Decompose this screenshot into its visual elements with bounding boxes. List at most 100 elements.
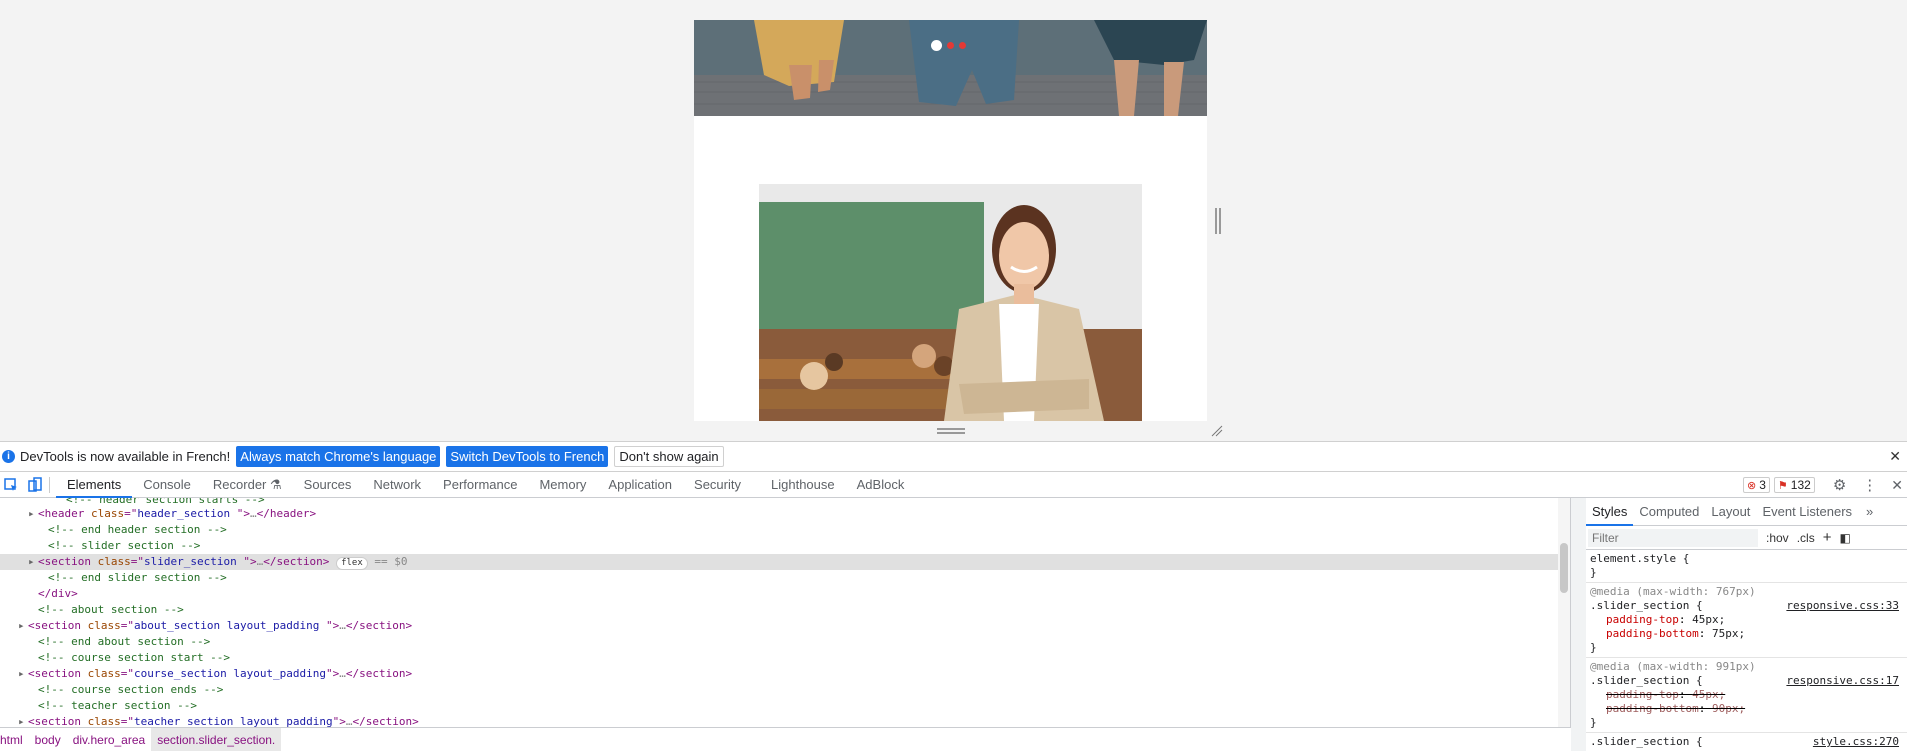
dom-token-tag: </section>: [345, 667, 413, 680]
dom-node-line[interactable]: <!-- course section start -->: [0, 650, 1570, 666]
dom-token-attr: class: [87, 667, 121, 680]
styles-pane: Styles Computed Layout Event Listeners »…: [1586, 498, 1907, 751]
dom-node-line[interactable]: ▸ <section class="teacher_section layout_…: [0, 714, 1570, 727]
switch-language-button[interactable]: Switch DevTools to French: [446, 446, 609, 467]
dom-token-attr: class: [90, 507, 125, 520]
slider-dot[interactable]: [947, 42, 954, 49]
dom-node-line[interactable]: <!-- end header section -->: [0, 522, 1570, 538]
dom-token-tag: <section: [28, 619, 88, 632]
teacher-photo: [759, 184, 1142, 421]
styles-filter-input[interactable]: [1588, 528, 1758, 547]
viewport-resize-handle-bottom[interactable]: [937, 428, 965, 434]
tab-performance[interactable]: Performance: [432, 472, 528, 498]
elements-scrollbar-thumb[interactable]: [1560, 543, 1568, 593]
tab-application[interactable]: Application: [597, 472, 683, 498]
element-style-selector: element.style {: [1590, 552, 1690, 565]
inspect-element-icon[interactable]: [3, 477, 19, 493]
flask-icon: ⚗: [270, 476, 282, 492]
tab-recorder[interactable]: Recorder ⚗: [202, 472, 293, 498]
match-language-button[interactable]: Always match Chrome's language: [236, 446, 441, 467]
dom-token-tag: </div>: [38, 587, 78, 600]
language-infobar: i DevTools is now available in French! A…: [0, 441, 1907, 472]
dom-node-line[interactable]: <!-- slider section -->: [0, 538, 1570, 554]
tab-sources[interactable]: Sources: [293, 472, 363, 498]
dom-node-line[interactable]: <!-- course section ends -->: [0, 682, 1570, 698]
dom-node-line[interactable]: <!-- about section -->: [0, 602, 1570, 618]
tab-layout[interactable]: Layout: [1705, 498, 1756, 526]
source-link[interactable]: responsive.css:17: [1786, 674, 1899, 688]
css-property[interactable]: padding-bottom: 75px;: [1590, 627, 1903, 641]
slider-indicators: [931, 40, 966, 51]
dom-token-tag: <section: [28, 715, 88, 727]
dom-node-line[interactable]: <!-- end about section -->: [0, 634, 1570, 650]
tab-event-listeners[interactable]: Event Listeners: [1756, 498, 1858, 526]
property-name: padding-top: [1606, 688, 1679, 701]
dom-token-tag: </header>: [256, 507, 317, 520]
tab-lighthouse[interactable]: Lighthouse: [760, 472, 846, 498]
dom-node-line[interactable]: ▸ <section class="course_section layout_p…: [0, 666, 1570, 682]
dom-token-eq: …: [339, 619, 346, 632]
expand-triangle-icon[interactable]: ▸: [28, 506, 38, 522]
dom-token-attr: class: [97, 555, 131, 568]
expand-triangle-icon[interactable]: ▸: [18, 666, 28, 682]
close-icon[interactable]: ✕: [1889, 448, 1901, 465]
css-property-overridden[interactable]: padding-top: 45px;: [1590, 688, 1903, 702]
dom-token-eq: …: [345, 715, 353, 727]
dom-token-tag: </section>: [263, 555, 330, 568]
more-options-icon[interactable]: ⋮: [1862, 476, 1877, 494]
rule-selector-text: .slider_section {: [1590, 735, 1703, 748]
tab-memory[interactable]: Memory: [528, 472, 597, 498]
breadcrumb-slider-section[interactable]: section.slider_section.: [151, 727, 282, 751]
dom-token-eq: …: [249, 507, 257, 520]
dom-token-tag: =": [124, 507, 138, 520]
flex-badge[interactable]: flex: [336, 557, 368, 570]
more-tabs-chevron-icon[interactable]: »: [1866, 504, 1873, 519]
css-property-overridden[interactable]: padding-bottom: 90px;: [1590, 702, 1903, 716]
rule-close: }: [1590, 641, 1597, 654]
tab-adblock[interactable]: AdBlock: [846, 472, 916, 498]
dont-show-again-button[interactable]: Don't show again: [614, 446, 724, 467]
dom-node-line[interactable]: <!-- end slider section -->: [0, 570, 1570, 586]
breadcrumb-body[interactable]: body: [29, 728, 67, 751]
expand-triangle-icon[interactable]: ▸: [18, 714, 28, 727]
breadcrumb-hero-area[interactable]: div.hero_area: [67, 728, 152, 751]
error-count-badge[interactable]: ⊗ 3: [1743, 477, 1770, 493]
slider-dot[interactable]: [959, 42, 966, 49]
tab-elements[interactable]: Elements: [56, 472, 133, 498]
dom-node-line[interactable]: ▸ <section class="about_section layout_pa…: [0, 618, 1570, 634]
dom-node-line[interactable]: ▸ <header class="header_section ">…</head…: [0, 506, 1570, 522]
device-toolbar-icon[interactable]: [27, 476, 43, 493]
new-rule-plus-icon[interactable]: +: [1823, 529, 1832, 546]
toggle-sidebar-icon[interactable]: ◧: [1839, 531, 1850, 545]
viewport-resize-corner-icon[interactable]: [1211, 425, 1223, 437]
css-property[interactable]: padding-top: 45px;: [1590, 613, 1903, 627]
tab-computed[interactable]: Computed: [1633, 498, 1705, 526]
dom-node-line[interactable]: ▸ <section class="slider_section ">…</sec…: [0, 554, 1570, 570]
source-link[interactable]: style.css:270: [1813, 735, 1899, 749]
warning-count-badge[interactable]: ⚑ 132: [1773, 477, 1815, 493]
tab-styles[interactable]: Styles: [1586, 498, 1634, 526]
error-icon: ⊗: [1747, 479, 1757, 492]
hover-state-toggle[interactable]: :hov: [1766, 531, 1789, 545]
source-link[interactable]: responsive.css:33: [1786, 599, 1899, 613]
about-teacher-image: [759, 184, 1142, 421]
css-rule-base: .slider_section { style.css:270: [1586, 733, 1907, 751]
expand-triangle-icon[interactable]: ▸: [18, 618, 28, 634]
tab-console[interactable]: Console: [132, 472, 202, 498]
close-devtools-icon[interactable]: ✕: [1891, 477, 1903, 494]
settings-gear-icon[interactable]: ⚙: [1833, 476, 1846, 494]
dom-token-tag: =": [120, 715, 134, 727]
elements-scrollbar[interactable]: [1558, 498, 1570, 727]
viewport-resize-handle-right[interactable]: [1215, 208, 1221, 234]
dom-node-line[interactable]: <!-- teacher section -->: [0, 698, 1570, 714]
tab-security[interactable]: Security: [683, 472, 752, 498]
expand-triangle-icon[interactable]: ▸: [28, 554, 38, 570]
dom-token-val: about_section layout_padding: [133, 619, 327, 632]
slider-dot-active[interactable]: [931, 40, 942, 51]
breadcrumb: html body div.hero_area section.slider_s…: [0, 727, 1571, 751]
dom-token-val: slider_section: [143, 555, 244, 568]
breadcrumb-html[interactable]: html: [0, 728, 29, 751]
tab-network[interactable]: Network: [362, 472, 432, 498]
class-toggle[interactable]: .cls: [1797, 531, 1815, 545]
dom-node-line[interactable]: </div>: [0, 586, 1570, 602]
